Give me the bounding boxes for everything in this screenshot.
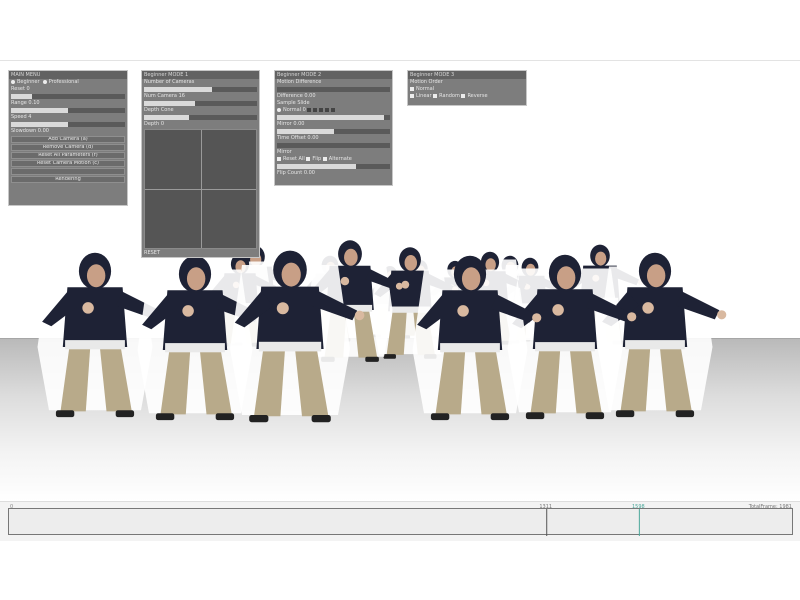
beginner-mode-1-panel: Beginner MODE 1 Number of Cameras Num Cam… bbox=[141, 70, 260, 258]
param-label: Motion Difference bbox=[277, 79, 322, 85]
param-label: Difference 0.00 bbox=[277, 93, 316, 99]
xy-pad-horizontal-axis bbox=[145, 189, 256, 190]
param-label: Flip Count 0.00 bbox=[277, 170, 315, 176]
checkbox[interactable] bbox=[433, 93, 438, 98]
beginner-mode-3-title: Beginner MODE 3 bbox=[408, 71, 526, 79]
checkbox-label: Alternate bbox=[328, 156, 352, 162]
beginner-mode-2-title: Beginner MODE 2 bbox=[275, 71, 392, 79]
radio-beginner[interactable] bbox=[11, 79, 15, 84]
param-slider-fill bbox=[144, 87, 212, 92]
param-slider-fill bbox=[11, 108, 68, 113]
beginner-mode-3-rows: Motion Order Normal Linear Random Reverse bbox=[408, 79, 526, 100]
checkbox-row[interactable]: Normal bbox=[408, 86, 526, 93]
param-label: Mirror bbox=[277, 149, 292, 155]
param-slider[interactable] bbox=[144, 115, 257, 120]
param-slider[interactable] bbox=[277, 143, 390, 148]
top-toolbar-area bbox=[0, 0, 800, 61]
checkbox[interactable] bbox=[410, 86, 414, 91]
checkbox[interactable] bbox=[313, 107, 318, 112]
checkbox-label: Reset All bbox=[283, 156, 307, 162]
param-slider-fill bbox=[144, 101, 195, 106]
param-label: Num Camera 16 bbox=[144, 93, 185, 99]
timeline-area: 0 1311 1598 TotalFrame: 1981 bbox=[0, 501, 800, 542]
checkbox[interactable] bbox=[319, 107, 324, 112]
checkbox-label: Linear bbox=[416, 93, 434, 99]
param-slider[interactable] bbox=[277, 115, 390, 120]
param-label: Number of Cameras bbox=[144, 79, 195, 85]
param-slider[interactable] bbox=[11, 108, 125, 113]
radio-professional-label: Professional bbox=[48, 79, 79, 85]
param-slider-fill bbox=[277, 129, 334, 134]
param-slider-fill bbox=[277, 164, 357, 169]
timeline-track-svg bbox=[546, 509, 640, 536]
checkbox-label: Reverse bbox=[467, 93, 488, 99]
param-label: Motion Order bbox=[410, 79, 443, 85]
menu-button[interactable]: Reset Camera Motion (c) bbox=[11, 160, 125, 167]
beginner-mode-2-rows: Motion Difference Difference 0.00 Sample S… bbox=[275, 79, 392, 177]
checkbox[interactable] bbox=[410, 93, 414, 98]
param-slider-fill bbox=[11, 122, 68, 127]
param-label: Sample Slide bbox=[277, 100, 310, 106]
main-menu-title: MAIN MENU bbox=[9, 71, 127, 79]
beginner-mode-1-title: Beginner MODE 1 bbox=[142, 71, 259, 79]
checkbox[interactable] bbox=[277, 156, 281, 161]
radio-professional[interactable] bbox=[42, 79, 47, 84]
param-label: Time Offset 0.00 bbox=[277, 135, 319, 141]
checkbox-label: Normal bbox=[416, 86, 435, 92]
param-label: Slowdown 0.00 bbox=[11, 128, 49, 134]
radio-option[interactable] bbox=[277, 107, 281, 112]
main-menu-rows: Reset 0 Range 0.10 Speed 4 Slowdown 0.00 bbox=[9, 86, 127, 135]
param-slider[interactable] bbox=[11, 94, 125, 99]
checkbox-label: Random bbox=[439, 93, 462, 99]
param-slider[interactable] bbox=[11, 122, 125, 127]
checkbox[interactable] bbox=[461, 93, 466, 98]
param-slider[interactable] bbox=[144, 101, 257, 106]
param-label: Depth 0 bbox=[144, 121, 164, 127]
checkbox-label: Flip bbox=[312, 156, 323, 162]
param-slider[interactable] bbox=[144, 87, 257, 92]
checkbox-row[interactable]: Normal 0 bbox=[275, 107, 392, 114]
checkbox-row-label: Normal 0 bbox=[283, 107, 308, 113]
timeline-track[interactable] bbox=[8, 508, 793, 536]
checkbox-row[interactable]: Linear Random Reverse bbox=[408, 93, 526, 100]
menu-button[interactable]: Reset All Parameters (r) bbox=[11, 152, 125, 159]
beginner-mode-3-panel: Beginner MODE 3 Motion Order Normal Linea… bbox=[407, 70, 527, 106]
radio-beginner-label: Beginner bbox=[17, 79, 40, 85]
param-slider-fill bbox=[144, 115, 190, 120]
menu-button[interactable] bbox=[11, 168, 125, 175]
xy-pad-reset-label[interactable]: RESET bbox=[142, 250, 259, 257]
xy-pad[interactable] bbox=[144, 129, 257, 249]
checkbox[interactable] bbox=[306, 156, 311, 161]
bottom-blank-area bbox=[0, 541, 800, 600]
checkbox[interactable] bbox=[322, 156, 327, 161]
main-menu-panel: MAIN MENU Beginner Professional Reset 0R… bbox=[8, 70, 128, 206]
checkbox[interactable] bbox=[307, 107, 312, 112]
checkbox-row[interactable]: Reset All Flip Alternate bbox=[275, 156, 392, 163]
param-label: Mirror 0.00 bbox=[277, 121, 305, 127]
param-slider[interactable] bbox=[277, 87, 390, 92]
checkbox[interactable] bbox=[331, 107, 336, 112]
main-menu-buttons: Add Camera (a) Remove Camera (d) Reset All… bbox=[9, 136, 127, 183]
beginner-mode-1-rows: Number of Cameras Num Camera 16 Depth Cone… bbox=[142, 79, 259, 128]
param-slider-fill bbox=[11, 94, 32, 99]
param-label: Reset 0 bbox=[11, 86, 30, 92]
param-label: Range 0.10 bbox=[11, 100, 40, 106]
beginner-mode-2-panel: Beginner MODE 2 Motion Difference Differe… bbox=[274, 70, 393, 186]
menu-button[interactable]: Rendering bbox=[11, 176, 125, 183]
param-slider[interactable] bbox=[277, 129, 390, 134]
param-slider-fill bbox=[277, 115, 385, 120]
checkbox[interactable] bbox=[325, 107, 330, 112]
mode-selector[interactable]: Beginner Professional bbox=[9, 79, 127, 86]
menu-button[interactable]: Remove Camera (d) bbox=[11, 144, 125, 151]
param-label: Depth Cone bbox=[144, 107, 174, 113]
param-slider[interactable] bbox=[277, 164, 390, 169]
menu-button[interactable]: Add Camera (a) bbox=[11, 136, 125, 143]
param-label: Speed 4 bbox=[11, 114, 32, 120]
